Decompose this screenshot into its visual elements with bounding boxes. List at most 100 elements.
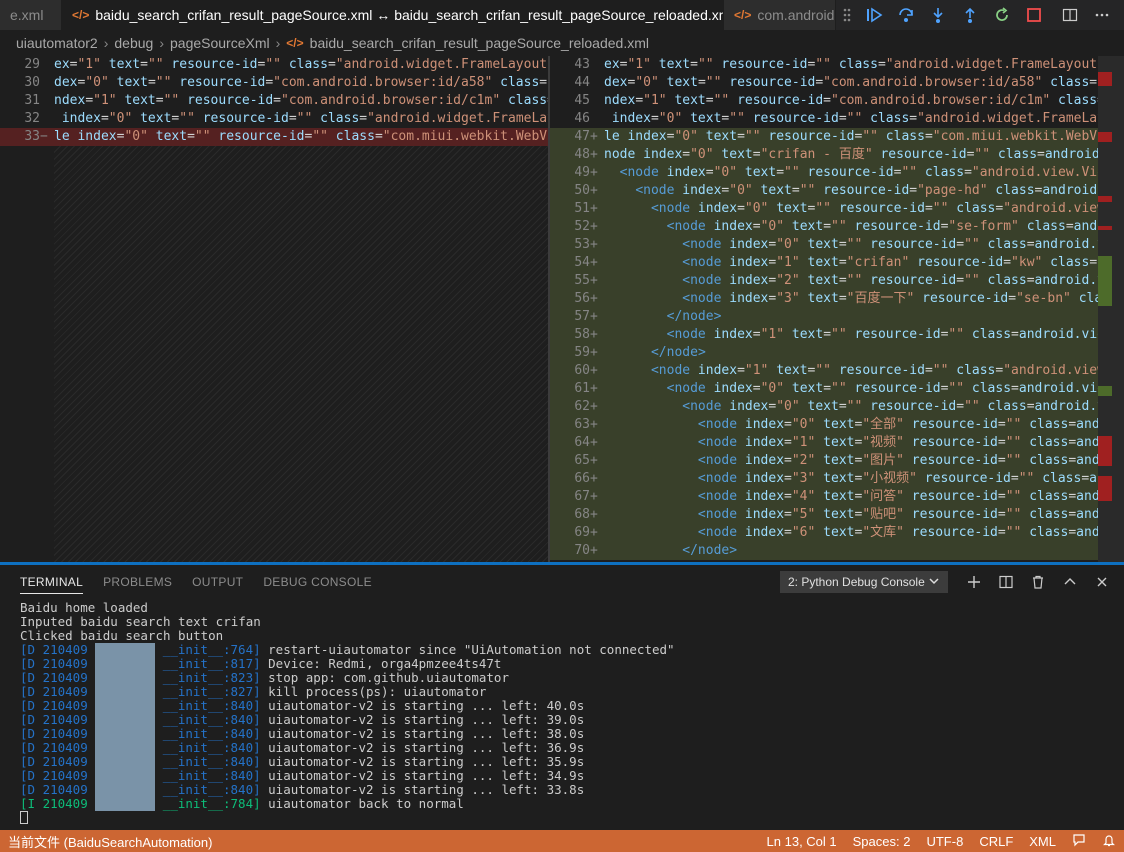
code-line[interactable]: 66+ <node index="3" text="小视频" resource-… xyxy=(550,470,1098,488)
code-line[interactable]: 30 dex="0" text="" resource-id="com.andro… xyxy=(0,74,548,92)
terminal-select[interactable]: 2: Python Debug Console xyxy=(780,571,948,593)
xml-file-icon: </> xyxy=(72,8,90,22)
tab-debug-console[interactable]: DEBUG CONSOLE xyxy=(263,571,372,594)
code-line[interactable]: 46 index="0" text="" resource-id="" clas… xyxy=(550,110,1098,128)
code-line[interactable]: 65+ <node index="2" text="图片" resource-i… xyxy=(550,452,1098,470)
split-terminal-icon[interactable] xyxy=(994,571,1018,593)
continue-icon[interactable] xyxy=(858,0,890,30)
code-line[interactable]: 68+ <node index="5" text="贴吧" resource-i… xyxy=(550,506,1098,524)
tab-terminal[interactable]: TERMINAL xyxy=(20,571,84,594)
terminal-panel: TERMINAL PROBLEMS OUTPUT DEBUG CONSOLE 2… xyxy=(0,565,1124,830)
log-level: [D 210409 xyxy=(20,754,96,769)
debug-config-status[interactable]: 当前文件 (BaiduSearchAutomation) xyxy=(0,832,220,851)
tab-previous-xml[interactable]: e.xml xyxy=(0,0,62,30)
code-text: index="0" text="" resource-id="" class="… xyxy=(54,111,548,126)
code-line[interactable]: 70+ </node> xyxy=(550,542,1098,560)
language-mode[interactable]: XML xyxy=(1021,834,1064,849)
step-into-icon[interactable] xyxy=(922,0,954,30)
code-line[interactable]: 47+ le index="0" text="" resource-id="" c… xyxy=(550,128,1098,146)
code-line[interactable]: 31 ndex="1" text="" resource-id="com.andr… xyxy=(0,92,548,110)
code-line[interactable]: 52+ <node index="0" text="" resource-id=… xyxy=(550,218,1098,236)
terminal-log-line: [D 210409 __init__:840] uiautomator-v2 i… xyxy=(20,741,675,755)
code-line[interactable]: 48+ node index="0" text="crifan - 百度" res… xyxy=(550,146,1098,164)
close-icon[interactable] xyxy=(1090,571,1114,593)
add-icon[interactable] xyxy=(962,571,986,593)
line-number: 51 xyxy=(574,201,590,216)
code-line[interactable]: 62+ <node index="0" text="" resource-id=… xyxy=(550,398,1098,416)
terminal-output[interactable]: Baidu home loaded Inputed baidu search te… xyxy=(20,601,675,825)
encoding-status[interactable]: UTF-8 xyxy=(918,834,971,849)
trash-icon[interactable] xyxy=(1026,571,1050,593)
code-text: le index="0" text="" resource-id="" clas… xyxy=(604,129,1098,144)
line-number: 55 xyxy=(574,273,590,288)
line-number: 53 xyxy=(574,237,590,252)
overview-ruler[interactable] xyxy=(1098,56,1124,562)
restart-icon[interactable] xyxy=(986,0,1018,30)
eol-status[interactable]: CRLF xyxy=(971,834,1021,849)
code-line[interactable]: 49+ <node index="0" text="" resource-id=… xyxy=(550,164,1098,182)
code-line[interactable]: 61+ <node index="0" text="" resource-id=… xyxy=(550,380,1098,398)
breadcrumb-item[interactable]: pageSourceXml xyxy=(170,35,270,51)
code-line[interactable]: 59+ </node> xyxy=(550,344,1098,362)
line-number: 31 xyxy=(24,93,40,108)
code-text: <node index="2" text="图片" resource-id=""… xyxy=(697,453,1098,468)
more-icon[interactable] xyxy=(1086,0,1118,30)
redacted-timestamp xyxy=(95,783,156,797)
code-line[interactable]: 64+ <node index="1" text="视频" resource-i… xyxy=(550,434,1098,452)
cursor-position[interactable]: Ln 13, Col 1 xyxy=(759,834,845,849)
drag-handle-icon[interactable] xyxy=(836,0,858,30)
step-out-icon[interactable] xyxy=(954,0,986,30)
diff-original-pane[interactable]: 29 ex="1" text="" resource-id="" class="a… xyxy=(0,56,548,562)
breadcrumb-item[interactable]: baidu_search_crifan_result_pageSource_re… xyxy=(310,35,649,51)
code-line[interactable]: 32 index="0" text="" resource-id="" clas… xyxy=(0,110,548,128)
log-message: uiautomator-v2 is starting ... left: 35.… xyxy=(268,754,585,769)
log-source: __init__:840] xyxy=(155,698,269,713)
code-text: <node index="0" text="" resource-id="se-… xyxy=(666,219,1098,234)
diff-marker: + xyxy=(590,363,598,378)
terminal-prompt[interactable] xyxy=(20,811,675,825)
code-line[interactable]: 33− le index="0" text="" resource-id="" c… xyxy=(0,128,548,146)
tab-com-android[interactable]: </> com.android xyxy=(724,0,836,30)
code-line[interactable]: 51+ <node index="0" text="" resource-id=… xyxy=(550,200,1098,218)
log-level: [D 210409 xyxy=(20,684,96,699)
code-line[interactable]: 44 dex="0" text="" resource-id="com.andro… xyxy=(550,74,1098,92)
code-line[interactable]: 63+ <node index="0" text="全部" resource-i… xyxy=(550,416,1098,434)
line-number: 57 xyxy=(574,309,590,324)
code-line[interactable]: 54+ <node index="1" text="crifan" resour… xyxy=(550,254,1098,272)
tab-output[interactable]: OUTPUT xyxy=(192,571,243,594)
code-line[interactable]: 53+ <node index="0" text="" resource-id=… xyxy=(550,236,1098,254)
terminal-log-line: [I 210409 __init__:784] uiautomator back… xyxy=(20,797,675,811)
line-number: 66 xyxy=(574,471,590,486)
terminal-line: Clicked baidu search button xyxy=(20,628,224,643)
tab-problems[interactable]: PROBLEMS xyxy=(103,571,172,594)
code-line[interactable]: 55+ <node index="2" text="" resource-id=… xyxy=(550,272,1098,290)
code-line[interactable]: 67+ <node index="4" text="问答" resource-i… xyxy=(550,488,1098,506)
diff-modified-pane[interactable]: 43 ex="1" text="" resource-id="" class="a… xyxy=(550,56,1098,562)
code-line[interactable]: 60+ <node index="1" text="" resource-id=… xyxy=(550,362,1098,380)
code-line[interactable]: 45 ndex="1" text="" resource-id="com.andr… xyxy=(550,92,1098,110)
chevron-right-icon: › xyxy=(275,35,281,51)
code-line[interactable]: 58+ <node index="1" text="" resource-id=… xyxy=(550,326,1098,344)
breadcrumb-item[interactable]: debug xyxy=(114,35,153,51)
panel-actions xyxy=(962,571,1114,593)
code-line[interactable]: 57+ </node> xyxy=(550,308,1098,326)
diff-marker: + xyxy=(590,471,598,486)
redacted-timestamp xyxy=(95,713,156,727)
line-number: 56 xyxy=(574,291,590,306)
code-line[interactable]: 29 ex="1" text="" resource-id="" class="a… xyxy=(0,56,548,74)
bell-icon[interactable] xyxy=(1094,833,1124,850)
split-editor-icon[interactable] xyxy=(1054,0,1086,30)
maximize-icon[interactable] xyxy=(1058,571,1082,593)
tab-diff-active[interactable]: </> baidu_search_crifan_result_pageSourc… xyxy=(62,0,724,30)
code-text: <node index="4" text="问答" resource-id=""… xyxy=(697,489,1098,504)
code-line[interactable]: 43 ex="1" text="" resource-id="" class="a… xyxy=(550,56,1098,74)
debug-toolbar xyxy=(836,0,1050,30)
code-line[interactable]: 56+ <node index="3" text="百度一下" resource… xyxy=(550,290,1098,308)
step-over-icon[interactable] xyxy=(890,0,922,30)
code-line[interactable]: 50+ <node index="0" text="" resource-id=… xyxy=(550,182,1098,200)
feedback-icon[interactable] xyxy=(1064,833,1094,850)
code-line[interactable]: 69+ <node index="6" text="文库" resource-i… xyxy=(550,524,1098,542)
breadcrumb-item[interactable]: uiautomator2 xyxy=(16,35,98,51)
stop-icon[interactable] xyxy=(1018,0,1050,30)
indentation-status[interactable]: Spaces: 2 xyxy=(845,834,919,849)
